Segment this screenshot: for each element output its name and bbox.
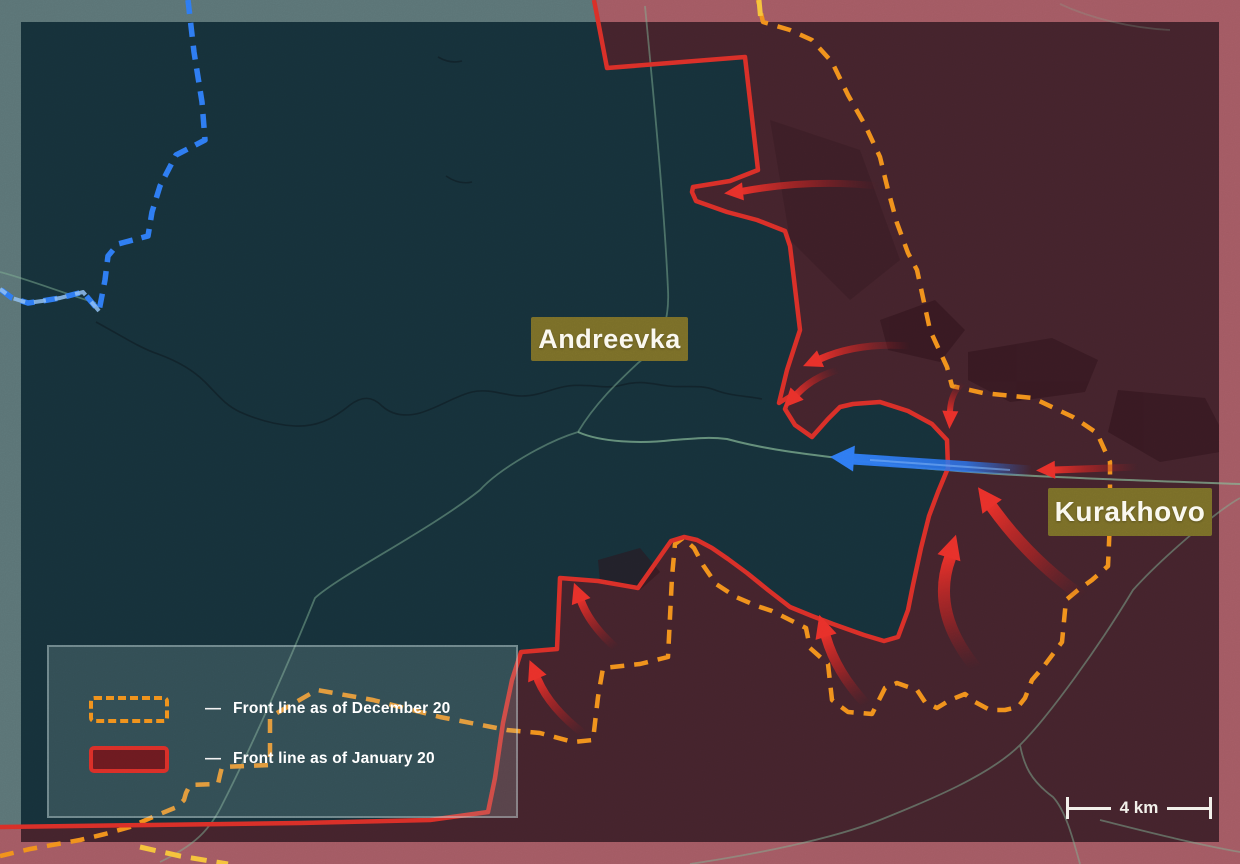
war-map: Andreevka Kurakhovo — Front line as of D…	[0, 0, 1240, 864]
scale-bar-line	[1167, 807, 1209, 810]
scale-bar-label: 4 km	[1120, 798, 1159, 818]
place-label-kurakhovo: Kurakhovo	[1048, 488, 1212, 536]
legend-item-january: — Front line as of January 20	[89, 745, 435, 773]
january-line-swatch	[89, 746, 169, 773]
legend-label-december: Front line as of December 20	[233, 700, 451, 718]
legend-separator: —	[193, 700, 233, 718]
legend-panel: — Front line as of December 20 — Front l…	[47, 645, 518, 818]
legend-separator: —	[193, 750, 233, 768]
scale-bar-right-tick	[1209, 797, 1212, 819]
place-label-andreevka: Andreevka	[531, 317, 688, 361]
scale-bar-line	[1069, 807, 1111, 810]
december-line-swatch	[89, 696, 169, 723]
scale-bar: 4 km	[1066, 794, 1212, 822]
legend-item-december: — Front line as of December 20	[89, 695, 451, 723]
legend-label-january: Front line as of January 20	[233, 750, 435, 768]
